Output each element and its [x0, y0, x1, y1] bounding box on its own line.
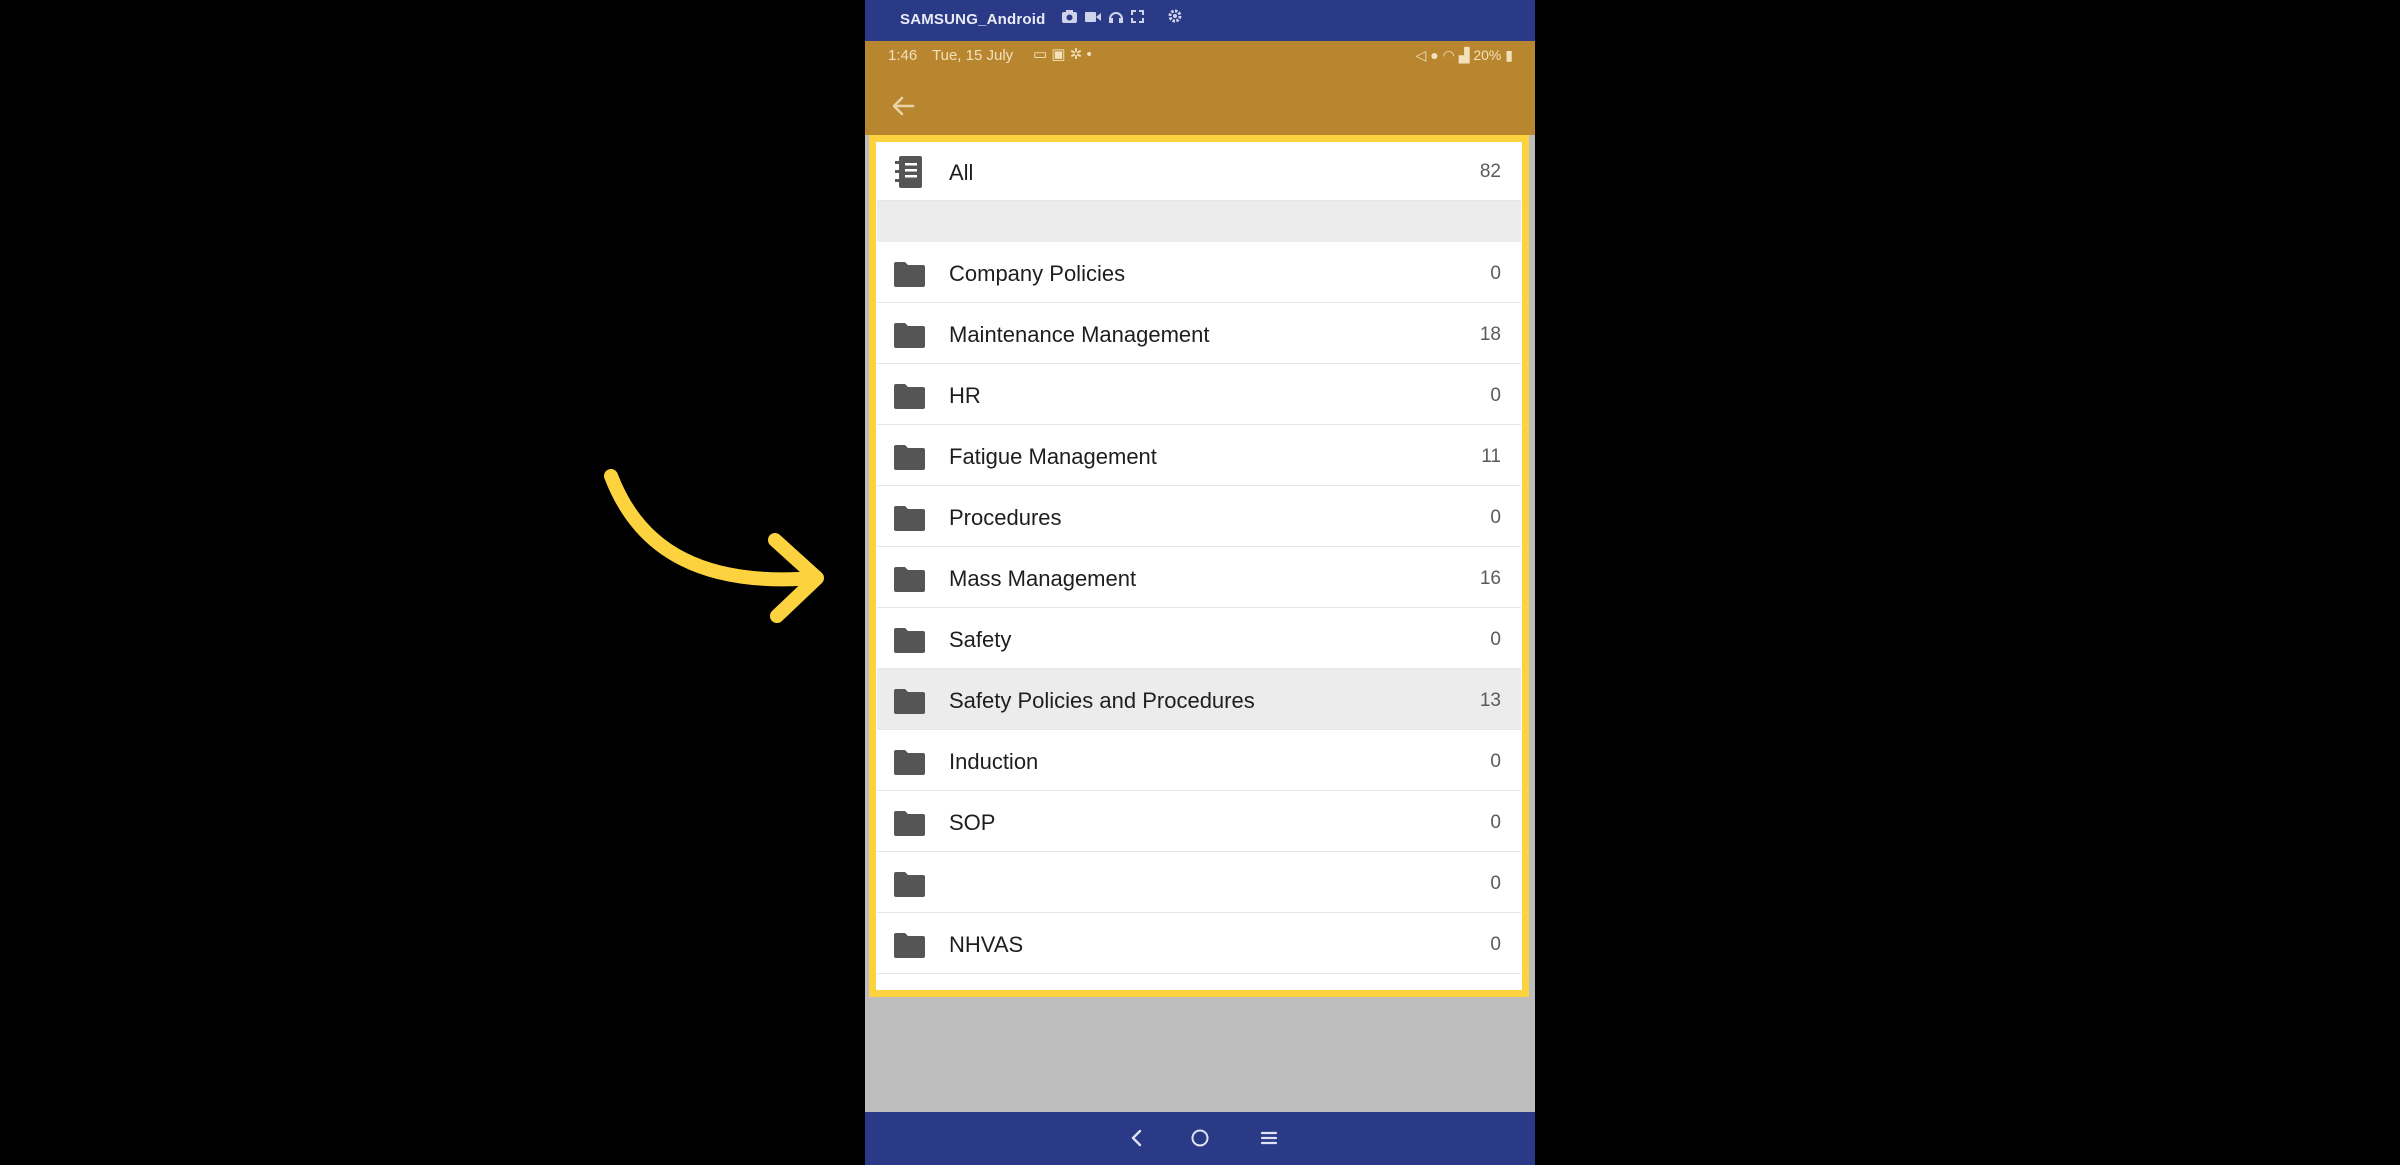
navigation-bar: [865, 1112, 1535, 1165]
list-item[interactable]: Safety Policies and Procedures 13: [877, 669, 1521, 730]
signal-icon: ▟: [1458, 47, 1470, 63]
list-item-label: Induction: [949, 749, 1039, 774]
headphones-icon[interactable]: [1109, 10, 1123, 27]
list-item-label: HR: [949, 383, 981, 408]
status-bar: 1:46 Tue, 15 July ▭ ▣ ✲ • ◁ ● ◠ ▟ 20% ▮: [865, 41, 1535, 75]
camera-icon[interactable]: [1062, 9, 1077, 27]
list-item-label: Fatigue Management: [949, 444, 1157, 469]
list-item-label: NHVAS: [949, 932, 1024, 957]
list-item-label: Maintenance Management: [949, 322, 1210, 347]
list-item-label: Safety Policies and Procedures: [949, 688, 1255, 713]
list-item-count: 0: [1490, 263, 1501, 284]
list-item-label: Mass Management: [949, 566, 1137, 591]
list-item-count: 0: [1490, 507, 1501, 528]
list-item[interactable]: Mass Management 16: [877, 547, 1521, 608]
list-item-count: 0: [1490, 751, 1501, 772]
location-icon: ●: [1430, 47, 1439, 63]
list-item-count: 0: [1490, 934, 1501, 955]
folder-list: All 82 Company Policies 0 Maintenance Mana…: [877, 143, 1521, 974]
list-item[interactable]: 0: [877, 852, 1521, 913]
fullscreen-icon[interactable]: [1131, 9, 1144, 27]
list-item-count: 0: [1490, 385, 1501, 406]
device-name: SAMSUNG_Android: [900, 11, 1046, 28]
status-time: 1:46: [888, 47, 918, 64]
folder-icon: [894, 811, 925, 836]
settings-icon[interactable]: [1168, 9, 1182, 27]
folder-icon: [894, 323, 925, 348]
list-item-label: Procedures: [949, 505, 1062, 530]
back-nav-icon[interactable]: [1123, 1124, 1151, 1152]
folder-icon: [894, 689, 925, 714]
battery-text: 20%: [1473, 47, 1502, 63]
home-nav-icon[interactable]: [1186, 1124, 1214, 1152]
folder-rows: Company Policies 0 Maintenance Management 1…: [877, 242, 1521, 974]
list-item-label: Company Policies: [949, 261, 1126, 286]
wifi-icon: ◠: [1442, 47, 1455, 63]
list-item[interactable]: Fatigue Management 11: [877, 425, 1521, 486]
folder-icon: [894, 567, 925, 592]
folder-icon: [894, 628, 925, 653]
list-item-label: Safety: [949, 627, 1012, 652]
section-divider: [877, 201, 1521, 242]
mute-icon: ◁: [1415, 47, 1427, 63]
folder-icon: [894, 506, 925, 531]
folder-icon: [894, 262, 925, 287]
folder-icon: [894, 933, 925, 958]
phone-screen: SAMSUNG_Android 1:46 Tue, 15 July ▭ ▣ ✲ …: [865, 0, 1535, 1165]
list-item-count: 16: [1479, 568, 1501, 589]
folder-icon: [894, 872, 925, 897]
list-item-all[interactable]: All 82: [877, 143, 1521, 201]
list-item[interactable]: SOP 0: [877, 791, 1521, 852]
back-arrow-icon[interactable]: [889, 92, 917, 120]
message-icon: ▭: [1033, 46, 1048, 63]
pointer-arrow-icon: [604, 469, 824, 623]
folder-icon: [894, 384, 925, 409]
recents-nav-icon[interactable]: [1255, 1124, 1283, 1152]
list-item-label: SOP: [949, 810, 996, 835]
list-item[interactable]: Procedures 0: [877, 486, 1521, 547]
list-item-count: 18: [1479, 324, 1501, 345]
list-item[interactable]: Maintenance Management 18: [877, 303, 1521, 364]
list-item[interactable]: Safety 0: [877, 608, 1521, 669]
notebook-icon: [895, 156, 922, 188]
app-bar: [865, 75, 1535, 135]
list-item-count: 13: [1479, 690, 1501, 711]
list-item-count: 82: [1479, 161, 1501, 182]
list-item-count: 0: [1490, 629, 1501, 650]
folder-icon: [894, 445, 925, 470]
folder-icon: [894, 750, 925, 775]
accessibility-icon: ✲: [1069, 46, 1083, 63]
list-item-count: 0: [1490, 812, 1501, 833]
image-icon: ▣: [1051, 46, 1066, 63]
dot-icon: •: [1086, 46, 1092, 63]
list-item-count: 0: [1490, 873, 1501, 894]
device-mirror-bar: SAMSUNG_Android: [865, 0, 1535, 41]
device-toolbar: [1062, 9, 1182, 27]
notification-icons: ▭ ▣ ✲ •: [1033, 45, 1092, 63]
list-item[interactable]: HR 0: [877, 364, 1521, 425]
list-item[interactable]: Induction 0: [877, 730, 1521, 791]
list-item[interactable]: NHVAS 0: [877, 913, 1521, 974]
status-right: ◁ ● ◠ ▟ 20% ▮: [1416, 47, 1513, 64]
list-item-count: 11: [1481, 446, 1501, 467]
battery-icon: ▮: [1505, 47, 1513, 63]
list-item[interactable]: Company Policies 0: [877, 242, 1521, 303]
video-icon[interactable]: [1085, 10, 1101, 27]
status-date: Tue, 15 July: [932, 47, 1014, 64]
list-item-label: All: [949, 160, 974, 185]
